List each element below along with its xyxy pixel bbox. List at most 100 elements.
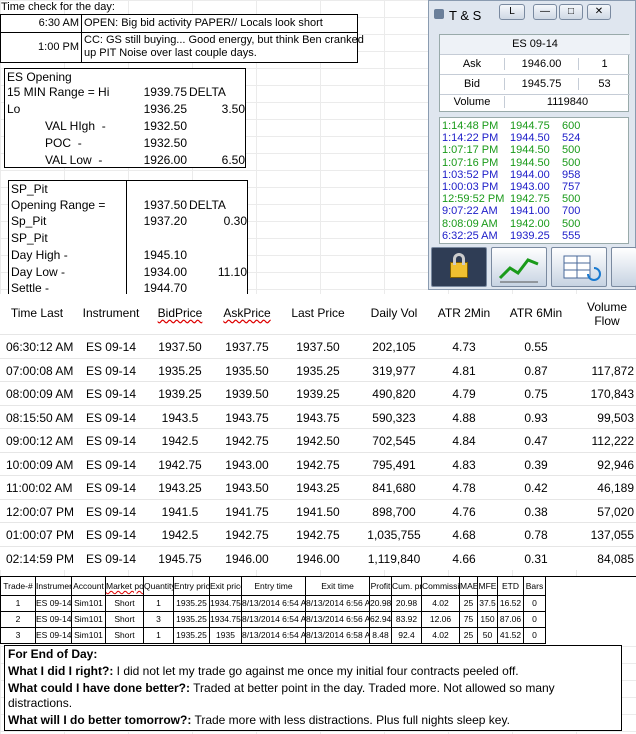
trades-header[interactable]: Profit: [370, 577, 392, 596]
cell-bid-price: 1945.75: [158, 551, 202, 566]
trades-cell: 4.02: [422, 596, 460, 612]
link-button[interactable]: L: [499, 4, 525, 20]
cell-bid-price: 1943.25: [158, 481, 202, 495]
cell-instrument: ES 09-14: [85, 434, 137, 448]
table-row[interactable]: 08:00:09 AM ES 09-14 1939.25 1939.50 1939.25…: [0, 381, 636, 404]
es-val-delta: 6.50: [221, 153, 245, 167]
cell-instrument: ES 09-14: [85, 387, 137, 401]
cell-bid-price: 1937.50: [158, 340, 202, 354]
cell-atr-6min: 0.38: [524, 504, 548, 519]
table-row[interactable]: 09:00:12 AM ES 09-14 1942.5 1942.75 1942.50 7…: [0, 428, 636, 451]
cell-atr-6min: 0.39: [524, 457, 548, 472]
time-check-table: 6:30 AM OPEN: Big bid activity PAPER// L…: [0, 14, 364, 63]
trades-header[interactable]: Commission: [422, 577, 460, 596]
tape-price: 1944.50: [510, 132, 550, 145]
trades-cell: 1935.25: [174, 628, 210, 644]
market-table: Time Last Instrument BidPrice AskPrice L…: [0, 294, 636, 570]
cell-ask-price: 1942.75: [225, 434, 269, 448]
cell-time-last: 02:14:59 PM: [6, 551, 75, 566]
table-row[interactable]: 08:15:50 AM ES 09-14 1943.5 1943.75 1943.75 5…: [0, 404, 636, 428]
cell-daily-vol: 795,491: [372, 457, 416, 472]
trades-header[interactable]: MFE: [478, 577, 498, 596]
trades-cell: ES 09-14: [36, 612, 72, 628]
trades-header[interactable]: Instrument: [36, 577, 72, 596]
table-row[interactable]: 02:14:59 PM ES 09-14 1945.75 1946.00 1946.00…: [0, 545, 636, 569]
close-icon[interactable]: ✕: [587, 4, 611, 20]
trades-cell: 8/13/2014 6:54 AM: [242, 628, 306, 644]
cell-last-price: 1946.00: [296, 551, 340, 566]
trades-cell: 8/13/2014 6:56 AM: [306, 612, 370, 628]
trades-header[interactable]: Bars: [524, 577, 546, 596]
cell-instrument: ES 09-14: [85, 363, 137, 378]
trades-cell: 1935: [210, 628, 242, 644]
tape-time: 1:00:03 PM: [442, 181, 499, 193]
cell-bid-price: 1942.5: [161, 528, 199, 542]
cell-daily-vol: 898,700: [372, 504, 416, 519]
trades-header[interactable]: Trade-#: [0, 577, 36, 596]
sp-opening-range-value: 1937.50: [143, 198, 187, 212]
sp-opening-range-label: Opening Range =: [11, 198, 106, 212]
grid-refresh-icon[interactable]: [551, 247, 607, 287]
col-volume-flow[interactable]: Volume Flow: [578, 300, 636, 338]
table-row[interactable]: 07:00:08 AM ES 09-14 1935.25 1935.50 1935.25…: [0, 357, 636, 381]
trades-cell: Short: [106, 596, 144, 612]
cell-last-price: 1943.25: [296, 481, 340, 495]
trades-header[interactable]: MAE: [460, 577, 478, 596]
trades-header[interactable]: Cum. profit: [392, 577, 422, 596]
trades-cell: 62.94: [370, 612, 392, 628]
trades-header[interactable]: Entry price: [174, 577, 210, 596]
trades-header[interactable]: Quantity: [144, 577, 174, 596]
eod-q2-cont: distractions.: [8, 696, 73, 710]
quote-ask-row: Ask 1946.00 1: [440, 55, 630, 75]
es-poc-label: POC -: [45, 136, 82, 150]
trades-header[interactable]: Entry time: [242, 577, 306, 596]
cell-time-last: 08:15:50 AM: [6, 410, 74, 425]
tape-price: 1942.00: [510, 217, 550, 230]
trades-cell: 37.5: [478, 596, 498, 612]
trades-header[interactable]: ETD: [498, 577, 524, 596]
time-check-time-2: 1:00 PM: [38, 41, 79, 53]
tape-size: 524: [562, 132, 581, 145]
trades-header[interactable]: Market pos.: [106, 577, 144, 596]
cell-atr-2min: 4.84: [452, 434, 476, 448]
trades-header[interactable]: Account: [72, 577, 106, 596]
table-row[interactable]: 11:00:02 AM ES 09-14 1943.25 1943.50 1943.25…: [0, 475, 636, 498]
cell-last-price: 1943.75: [296, 410, 340, 425]
trades-cell: 8/13/2014 6:56 AM: [306, 596, 370, 612]
time-check-time-1: 6:30 AM: [38, 17, 79, 29]
trades-header[interactable]: Exit time: [306, 577, 370, 596]
table-row[interactable]: 10:00:09 AM ES 09-14 1942.75 1943.00 1942.75…: [0, 451, 636, 475]
time-and-sales-window[interactable]: T & S L — □ ✕ ES 09-14 Ask 1946.00 1 Bid…: [428, 0, 636, 290]
end-of-day-notes: For End of Day: What I did I right?: I d…: [4, 645, 622, 731]
cell-atr-2min: 4.76: [452, 504, 476, 519]
minimize-icon[interactable]: —: [533, 4, 557, 20]
sp-delta-label: DELTA: [189, 198, 226, 212]
cell-ask-price: 1937.75: [225, 340, 269, 354]
trades-cell: 8/13/2014 6:54 AM: [242, 612, 306, 628]
sp-pit-title: SP_Pit: [11, 182, 48, 196]
sp-settle-label: Settle -: [11, 281, 50, 295]
lock-icon[interactable]: [431, 247, 487, 287]
eod-q1: What I did I right?: I did not let my tr…: [8, 664, 519, 678]
trades-cell: 50: [478, 628, 498, 644]
cell-daily-vol: 590,323: [372, 410, 416, 425]
es-range-hi: 1939.75: [143, 85, 187, 99]
table-row[interactable]: 06:30:12 AM ES 09-14 1937.50 1937.75 1937.50…: [0, 334, 636, 357]
trades-header[interactable]: Exit price: [210, 577, 242, 596]
table-row[interactable]: 01:00:07 PM ES 09-14 1942.5 1942.75 1942.75 1…: [0, 522, 636, 545]
cell-atr-2min: 4.88: [452, 410, 476, 425]
cell-daily-vol: 319,977: [372, 363, 416, 378]
chart-icon[interactable]: [491, 247, 547, 287]
ts-window-title: T & S: [449, 8, 482, 23]
trades-cell: 3: [0, 628, 36, 644]
cell-atr-2min: 4.83: [452, 457, 476, 472]
trades-table: Trade-#InstrumentAccountMarket pos.Quant…: [0, 576, 636, 645]
trades-cell: 0: [524, 596, 546, 612]
more-tools-icon[interactable]: [611, 247, 636, 287]
cell-last-price: 1935.25: [296, 363, 340, 378]
time-sales-tape[interactable]: 1:14:48 PM 1944.75 600 1:14:22 PM 1944.50 524…: [439, 117, 629, 244]
tape-size: 500: [562, 156, 581, 169]
cell-instrument: ES 09-14: [85, 504, 137, 519]
maximize-icon[interactable]: □: [559, 4, 583, 20]
table-row[interactable]: 12:00:07 PM ES 09-14 1941.5 1941.75 1941.50 8…: [0, 498, 636, 522]
